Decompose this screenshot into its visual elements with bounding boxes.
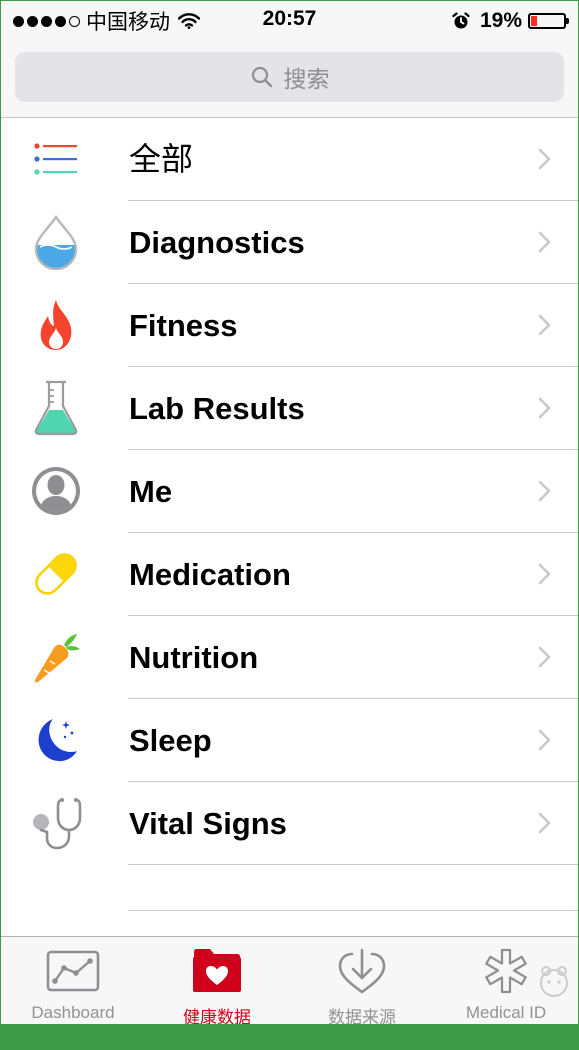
screen: 中国移动 20:57 19% 搜索 全部 Diagnostics Fitness…	[0, 0, 579, 1050]
chevron-right-icon	[538, 314, 551, 336]
tab-bar: Dashboard 健康数据 数据来源 Medical ID	[1, 936, 578, 1027]
tab-dashboard[interactable]: Dashboard	[1, 937, 145, 1026]
list-item-label: 全部	[129, 141, 194, 177]
tab-data-sources[interactable]: 数据来源	[290, 937, 434, 1027]
list-item-label: Sleep	[129, 723, 212, 758]
search-area: 搜索	[1, 41, 578, 118]
chevron-right-icon	[538, 729, 551, 751]
pill-icon	[27, 545, 85, 603]
row-separator	[128, 910, 578, 911]
chevron-right-icon	[538, 148, 551, 170]
row-separator	[128, 864, 578, 865]
chevron-right-icon	[538, 480, 551, 502]
list-item-medication[interactable]: Medication	[1, 533, 578, 616]
search-icon	[250, 65, 274, 89]
list-icon	[27, 130, 85, 188]
list-item-label: Me	[129, 474, 173, 509]
list-item-label: Medication	[129, 557, 291, 592]
flame-icon	[27, 296, 85, 354]
list-item-label: Nutrition	[129, 640, 259, 675]
search-placeholder: 搜索	[283, 66, 330, 92]
chevron-right-icon	[538, 812, 551, 834]
watermark-logo-icon	[540, 966, 568, 997]
chevron-right-icon	[538, 231, 551, 253]
download-heart-icon	[290, 947, 434, 995]
battery-level-fill	[531, 16, 537, 26]
stethoscope-icon	[27, 794, 85, 852]
list-item-diagnostics[interactable]: Diagnostics	[1, 201, 578, 284]
category-list: 全部 Diagnostics Fitness Lab Results Me Me…	[1, 118, 578, 936]
chevron-right-icon	[538, 646, 551, 668]
chevron-right-icon	[538, 563, 551, 585]
list-item-label: Diagnostics	[129, 225, 305, 260]
moon-icon	[27, 711, 85, 769]
person-icon	[27, 462, 85, 520]
tab-health-data[interactable]: 健康数据	[145, 937, 289, 1027]
droplet-icon	[27, 213, 85, 271]
alarm-clock-icon	[452, 12, 470, 30]
chevron-right-icon	[538, 397, 551, 419]
list-item-vital-signs[interactable]: Vital Signs	[1, 782, 578, 865]
list-item-label: Lab Results	[129, 391, 305, 426]
list-item-sleep[interactable]: Sleep	[1, 699, 578, 782]
status-right: 19%	[452, 8, 569, 34]
list-item-lab-results[interactable]: Lab Results	[1, 367, 578, 450]
status-bar: 中国移动 20:57 19%	[1, 1, 578, 41]
list-item-label: Vital Signs	[129, 806, 287, 841]
heart-folder-icon	[145, 947, 289, 995]
flask-icon	[27, 379, 85, 437]
list-item-label: Fitness	[129, 308, 238, 343]
list-item-nutrition[interactable]: Nutrition	[1, 616, 578, 699]
list-item-all[interactable]: 全部	[1, 118, 578, 201]
dashboard-chart-icon	[1, 947, 145, 995]
carrot-icon	[27, 628, 85, 686]
tab-label: Dashboard	[31, 1003, 115, 1022]
list-item-fitness[interactable]: Fitness	[1, 284, 578, 367]
bottom-border-strip	[0, 1024, 579, 1050]
tab-label: Medical ID	[465, 1003, 547, 1022]
battery-icon	[528, 13, 569, 29]
search-input[interactable]: 搜索	[15, 52, 564, 102]
list-item-me[interactable]: Me	[1, 450, 578, 533]
battery-percentage: 19%	[479, 9, 522, 32]
